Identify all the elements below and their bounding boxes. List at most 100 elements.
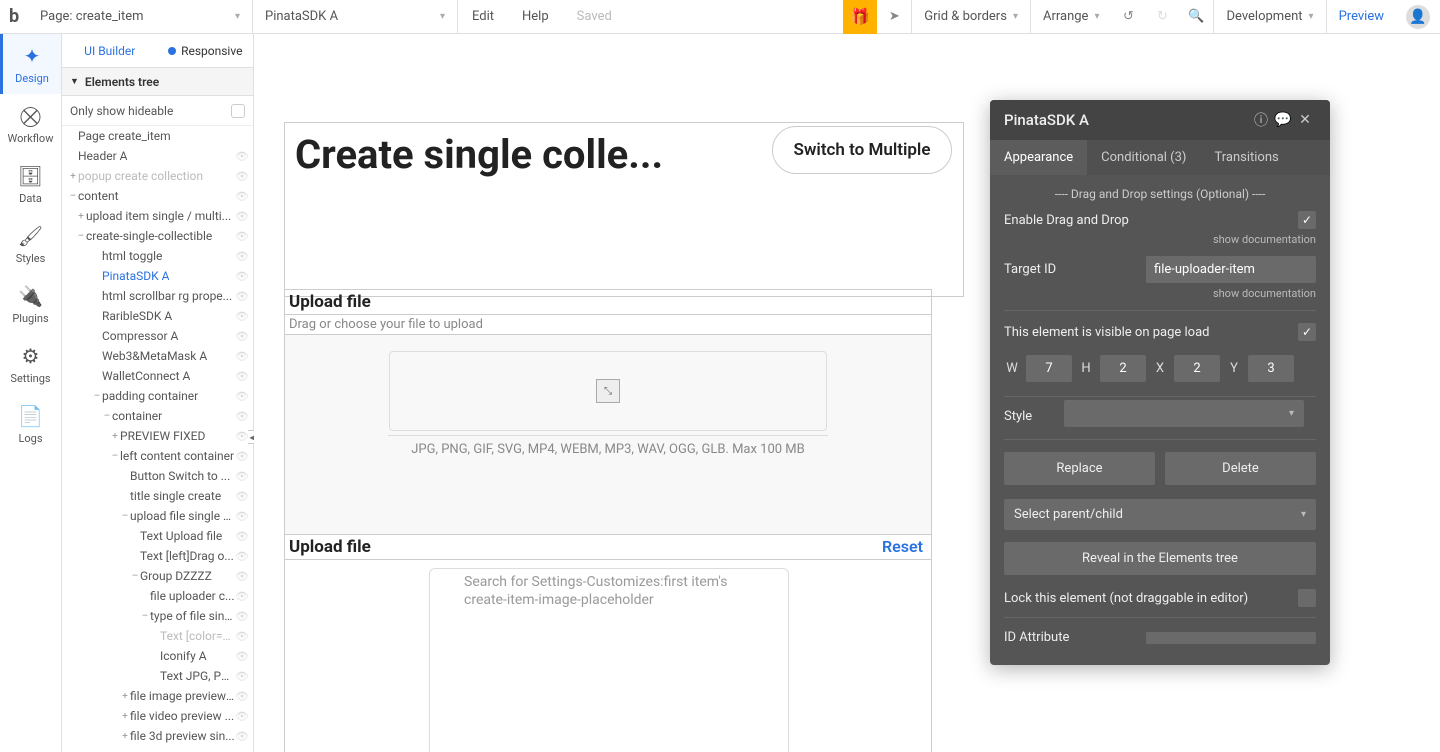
gift-icon[interactable]: 🎁 bbox=[843, 0, 877, 34]
tree-item[interactable]: –upload file single c...👁 bbox=[62, 506, 253, 526]
expand-icon[interactable]: + bbox=[76, 211, 86, 222]
switch-to-multiple-button[interactable]: Switch to Multiple bbox=[772, 126, 952, 174]
tree-item[interactable]: Button Switch to ...👁 bbox=[62, 466, 253, 486]
tree-item[interactable]: –create-single-collectible👁 bbox=[62, 226, 253, 246]
tree-item[interactable]: +file 3d preview sin...👁 bbox=[62, 726, 253, 746]
visibility-icon[interactable]: 👁 bbox=[235, 170, 249, 183]
visibility-icon[interactable]: 👁 bbox=[235, 590, 249, 603]
help-menu[interactable]: Help bbox=[508, 0, 563, 33]
comment-icon[interactable]: 💬 bbox=[1272, 112, 1294, 128]
visibility-icon[interactable]: 👁 bbox=[235, 530, 249, 543]
environment-menu[interactable]: Development ▾ bbox=[1213, 0, 1325, 33]
upload-file-label-2[interactable]: Upload file bbox=[285, 535, 874, 559]
tab-conditional[interactable]: Conditional (3) bbox=[1087, 140, 1200, 175]
tree-item[interactable]: html toggle👁 bbox=[62, 246, 253, 266]
visibility-icon[interactable]: 👁 bbox=[235, 270, 249, 283]
visibility-icon[interactable]: 👁 bbox=[235, 570, 249, 583]
visibility-icon[interactable]: 👁 bbox=[235, 630, 249, 643]
tree-item[interactable]: +popup create collection👁 bbox=[62, 166, 253, 186]
visibility-icon[interactable]: 👁 bbox=[235, 430, 249, 443]
tree-item[interactable]: Text [color=#...👁 bbox=[62, 626, 253, 646]
tree-item[interactable]: +file image preview ...👁 bbox=[62, 686, 253, 706]
reset-button[interactable]: Reset bbox=[874, 535, 931, 559]
tree-item[interactable]: PinataSDK A👁 bbox=[62, 266, 253, 286]
tab-appearance[interactable]: Appearance bbox=[990, 140, 1087, 175]
grid-borders-menu[interactable]: Grid & borders ▾ bbox=[911, 0, 1030, 33]
rail-workflow[interactable]: ⛒Workflow bbox=[0, 94, 61, 154]
replace-button[interactable]: Replace bbox=[1004, 452, 1155, 485]
file-uploader[interactable]: ⤡ JPG, PNG, GIF, SVG, MP4, WEBM, MP3, WA… bbox=[284, 335, 932, 535]
tree-item[interactable]: –type of file single👁 bbox=[62, 606, 253, 626]
tree-item[interactable]: title single create👁 bbox=[62, 486, 253, 506]
tree-item[interactable]: Web3&MetaMask A👁 bbox=[62, 346, 253, 366]
redo-icon[interactable]: ↻ bbox=[1145, 0, 1179, 34]
tree-item[interactable]: RaribleSDK A👁 bbox=[62, 306, 253, 326]
upload-hint[interactable]: Drag or choose your file to upload bbox=[284, 315, 932, 335]
visibility-icon[interactable]: 👁 bbox=[235, 350, 249, 363]
visibility-icon[interactable]: 👁 bbox=[235, 510, 249, 523]
expand-icon[interactable]: – bbox=[130, 571, 140, 582]
element-selector[interactable]: PinataSDK A ▾ bbox=[253, 0, 458, 33]
tree-item[interactable]: –container👁 bbox=[62, 406, 253, 426]
tree-item[interactable]: +PREVIEW FIXED👁 bbox=[62, 426, 253, 446]
tree-item[interactable]: Text [left]Drag o...👁 bbox=[62, 546, 253, 566]
expand-icon[interactable]: + bbox=[120, 691, 130, 702]
preview-button[interactable]: Preview bbox=[1326, 0, 1396, 33]
tree-item[interactable]: html scrollbar rg prope...👁 bbox=[62, 286, 253, 306]
visible-checkbox[interactable]: ✓ bbox=[1298, 323, 1316, 341]
tree-item[interactable]: Header A👁 bbox=[62, 146, 253, 166]
info-icon[interactable]: ⓘ bbox=[1250, 110, 1272, 130]
rail-data[interactable]: 🗄Data bbox=[0, 154, 61, 214]
visibility-icon[interactable]: 👁 bbox=[235, 150, 249, 163]
tree-item[interactable]: +upload item single / multi...👁 bbox=[62, 206, 253, 226]
visibility-icon[interactable]: 👁 bbox=[235, 310, 249, 323]
expand-icon[interactable]: – bbox=[102, 411, 112, 422]
expand-icon[interactable]: – bbox=[92, 391, 102, 402]
visibility-icon[interactable]: 👁 bbox=[235, 650, 249, 663]
visibility-icon[interactable]: 👁 bbox=[235, 210, 249, 223]
undo-icon[interactable]: ↺ bbox=[1111, 0, 1145, 34]
image-preview-box[interactable]: Search for Settings-Customizes:first ite… bbox=[284, 560, 932, 752]
tree-item[interactable]: Text JPG, PN...👁 bbox=[62, 666, 253, 686]
delete-button[interactable]: Delete bbox=[1165, 452, 1316, 485]
image-placeholder[interactable]: Search for Settings-Customizes:first ite… bbox=[429, 568, 789, 752]
tree-item[interactable]: –padding container👁 bbox=[62, 386, 253, 406]
enable-drag-checkbox[interactable]: ✓ bbox=[1298, 211, 1316, 229]
close-icon[interactable]: ✕ bbox=[1294, 112, 1316, 128]
user-avatar[interactable]: 👤 bbox=[1406, 5, 1430, 29]
rail-plugins[interactable]: 🔌Plugins bbox=[0, 274, 61, 334]
tree-item[interactable]: –Group DZZZZ👁 bbox=[62, 566, 253, 586]
expand-icon[interactable]: – bbox=[76, 231, 86, 242]
expand-icon[interactable]: – bbox=[120, 511, 130, 522]
tree-item[interactable]: Text Upload file👁 bbox=[62, 526, 253, 546]
x-input[interactable]: 2 bbox=[1174, 355, 1220, 382]
tree-item[interactable]: Compressor A👁 bbox=[62, 326, 253, 346]
page-title[interactable]: Create single colle... bbox=[285, 123, 745, 186]
expand-icon[interactable]: + bbox=[68, 171, 78, 182]
edit-menu[interactable]: Edit bbox=[458, 0, 508, 33]
visibility-icon[interactable]: 👁 bbox=[235, 470, 249, 483]
visibility-icon[interactable]: 👁 bbox=[235, 330, 249, 343]
inspector-header[interactable]: PinataSDK A ⓘ 💬 ✕ bbox=[990, 100, 1330, 140]
visibility-icon[interactable]: 👁 bbox=[235, 190, 249, 203]
target-id-input[interactable]: file-uploader-item bbox=[1146, 256, 1316, 283]
expand-icon[interactable]: – bbox=[140, 611, 150, 622]
only-show-hideable[interactable]: Only show hideable bbox=[62, 96, 253, 126]
show-doc-link-1[interactable]: show documentation bbox=[1004, 233, 1316, 246]
tree-item[interactable]: Iconify A👁 bbox=[62, 646, 253, 666]
visibility-icon[interactable]: 👁 bbox=[235, 250, 249, 263]
tree-item[interactable]: –left content container👁 bbox=[62, 446, 253, 466]
visibility-icon[interactable]: 👁 bbox=[235, 610, 249, 623]
uploader-inner[interactable]: ⤡ bbox=[389, 351, 827, 431]
rail-logs[interactable]: 📄Logs bbox=[0, 394, 61, 454]
search-icon[interactable]: 🔍 bbox=[1179, 0, 1213, 34]
visibility-icon[interactable]: 👁 bbox=[235, 670, 249, 683]
pointer-icon[interactable]: ➤ bbox=[877, 0, 911, 34]
visibility-icon[interactable]: 👁 bbox=[235, 550, 249, 563]
visibility-icon[interactable]: 👁 bbox=[235, 290, 249, 303]
rail-settings[interactable]: ⚙Settings bbox=[0, 334, 61, 394]
visibility-icon[interactable]: 👁 bbox=[235, 710, 249, 723]
id-attr-input[interactable] bbox=[1146, 632, 1316, 644]
reveal-in-tree-button[interactable]: Reveal in the Elements tree bbox=[1004, 542, 1316, 575]
visibility-icon[interactable]: 👁 bbox=[235, 450, 249, 463]
